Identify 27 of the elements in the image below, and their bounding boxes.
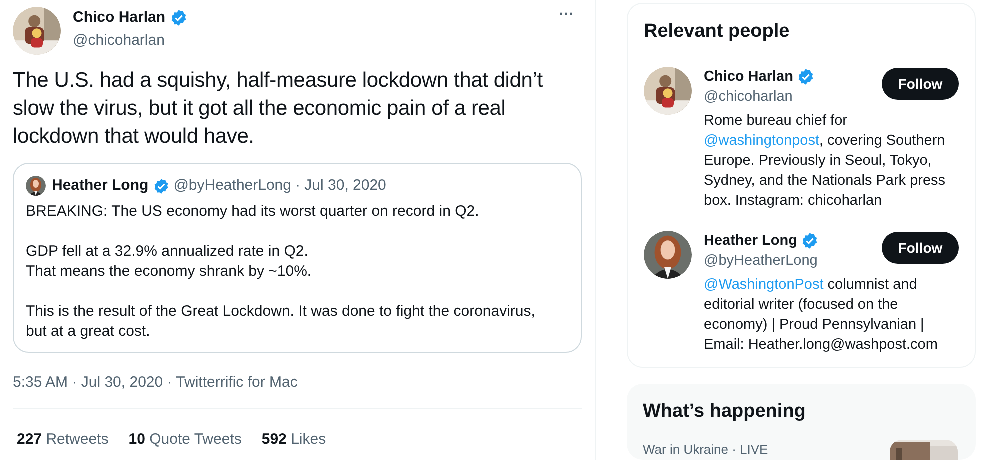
quoted-author-handle: @byHeatherLong [174,176,292,196]
quoted-tweet-text: BREAKING: The US economy had its worst quarter on record in Q2. [26,202,480,222]
follow-button[interactable]: Follow [882,68,959,100]
person-bio: @WashingtonPost columnist and editorial writer (focused on the economy) | Proud Pennsylvanian | Email: Heather.long@washpost.com [704,276,939,354]
author-handle[interactable]: @chicoharlan [73,30,559,52]
quoted-author-name: Heather Long [52,176,149,196]
panel-title: Relevant people [644,20,791,44]
stat-link[interactable]: 227 Retweets [17,429,109,452]
person-handle[interactable]: @chicoharlan [704,86,816,106]
tweet-text: The U.S. had a squishy, half-measure lockdown that didn’t slow the virus, but it got all the economic pain of a real lockdown that would have. [13,68,544,150]
follow-button[interactable]: Follow [882,232,959,264]
quoted-tweet-text: That means the economy shrank by ~10%. [26,262,313,282]
person-handle[interactable]: @byHeatherLong [704,250,820,270]
trend-context[interactable]: War in Ukraine · LIVE [643,440,768,460]
person-name[interactable]: Heather Long [704,230,798,250]
person-bio: Rome bureau chief for @washingtonpost, covering Southern Europe. Previously in Seoul, Tokyo, Sydney, and the Nationals Park press box. Instagram: chicoharlan [704,112,947,210]
more-options-button[interactable]: ··· [559,7,574,22]
quoted-tweet-card[interactable] [13,163,582,352]
tweet-timestamp[interactable]: 5:35 AM · Jul 30, 2020 · Twitterrific for Mac [13,372,582,394]
quoted-tweet-text: GDP fell at a 32.9% annualized rate in Q2. [26,242,310,262]
person-name[interactable]: Chico Harlan [704,66,794,86]
panel-title: What’s happening [643,400,807,424]
quoted-date: · Jul 30, 2020 [296,176,386,196]
quoted-tweet-text: This is the result of the Great Lockdown. It was done to fight the coronavirus, but at a great cost. [26,302,536,342]
stat-link[interactable]: 10 Quote Tweets [128,429,242,452]
stat-link[interactable]: 592 Likes [262,429,326,452]
author-name[interactable]: Chico Harlan [73,7,166,30]
